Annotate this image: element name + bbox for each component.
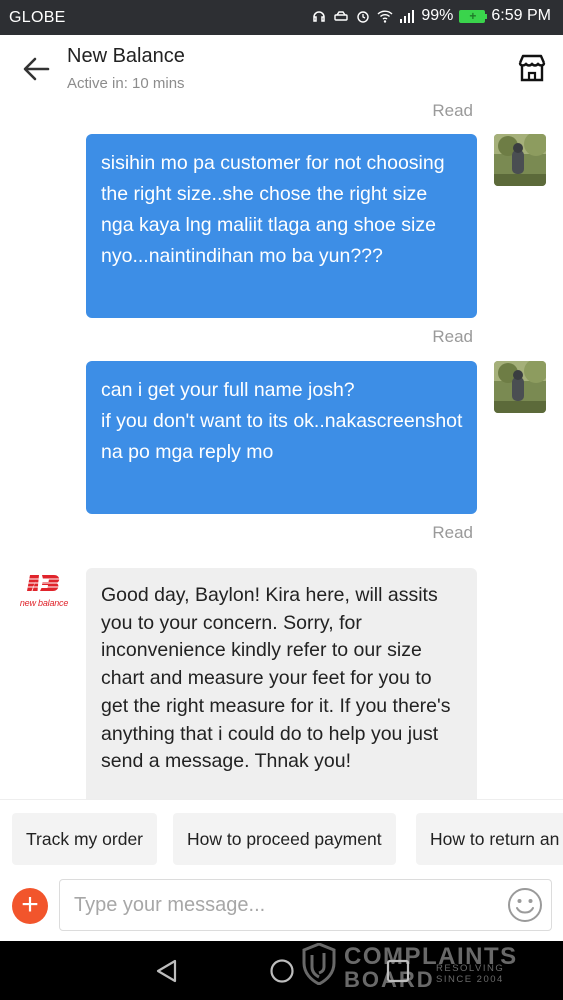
incoming-message[interactable]: Good day, Baylon! Kira here, will assits… [86, 568, 477, 799]
message-input[interactable] [59, 879, 552, 931]
system-nav-bar: COMPLAINTS BOARD RESOLVING SINCE 2004 [0, 941, 563, 1000]
nb-logo-text: new balance [19, 598, 69, 608]
composer: + [0, 879, 563, 941]
add-attachment-button[interactable]: + [12, 888, 48, 924]
outgoing-message[interactable]: can i get your full name josh? if you do… [86, 361, 477, 514]
user-avatar [494, 134, 546, 186]
watermark-line2: BOARD [344, 967, 435, 992]
shop-name: New Balance [67, 45, 185, 67]
watermark-tagline: RESOLVING SINCE 2004 [436, 963, 504, 985]
read-receipt: Read [432, 101, 473, 120]
nav-home-icon[interactable] [268, 957, 296, 985]
carrier-label: GLOBE [9, 9, 66, 26]
new-balance-logo: new balance [16, 573, 72, 613]
active-status: Active in: 10 mins [67, 75, 185, 92]
wifi-icon [377, 10, 393, 23]
read-receipt: Read [432, 523, 473, 542]
signal-icon [400, 10, 415, 23]
quick-reply-track-order[interactable]: Track my order [12, 813, 158, 865]
outgoing-message[interactable]: sisihin mo pa customer for not choosing … [86, 134, 477, 318]
store-icon[interactable] [517, 53, 547, 83]
headset-icon [313, 11, 326, 22]
quick-reply-payment[interactable]: How to proceed payment [173, 813, 396, 865]
shield-icon [302, 943, 336, 985]
quick-replies[interactable]: Track my order How to proceed payment Ho… [0, 799, 563, 879]
chat-header: New Balance Active in: 10 mins [0, 35, 563, 101]
car-icon [334, 11, 349, 21]
clock: 6:59 PM [491, 7, 551, 24]
complaintsboard-watermark: COMPLAINTS BOARD RESOLVING SINCE 2004 [302, 941, 542, 996]
emoji-icon[interactable] [507, 887, 543, 923]
read-receipt: Read [432, 327, 473, 346]
nb-logo-icon [24, 575, 64, 591]
nav-back-icon[interactable] [153, 957, 181, 985]
battery-percent: 99% [421, 7, 454, 24]
watermark-line4: SINCE 2004 [436, 974, 504, 985]
watermark-line3: RESOLVING [436, 963, 505, 974]
alarm-icon [357, 11, 370, 23]
status-icons: 99% + 6:59 PM [311, 7, 551, 25]
message-list[interactable]: Read sisihin mo pa customer for not choo… [0, 101, 563, 799]
status-bar: GLOBE 99% + 6:59 PM [0, 0, 563, 35]
user-avatar [494, 361, 546, 413]
quick-reply-return[interactable]: How to return an [416, 813, 563, 865]
battery-icon: + [459, 9, 488, 23]
back-arrow-icon[interactable] [20, 55, 52, 83]
